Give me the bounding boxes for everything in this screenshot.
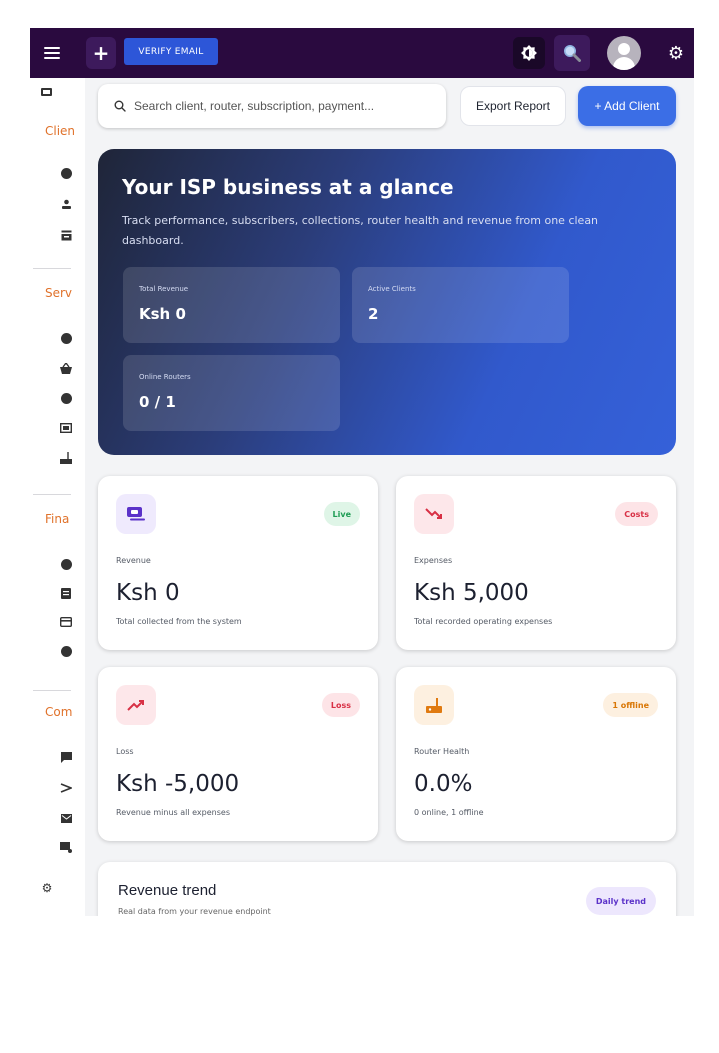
card-label: Loss bbox=[116, 747, 134, 756]
user-icon[interactable] bbox=[60, 198, 72, 210]
card-description: Total collected from the system bbox=[116, 617, 242, 626]
settings-button[interactable]: ⚙ bbox=[662, 39, 690, 67]
global-search-button[interactable] bbox=[554, 35, 590, 71]
stat-active-clients: Active Clients 2 bbox=[352, 267, 569, 343]
add-service-icon[interactable] bbox=[60, 332, 72, 344]
overview-hero: Your ISP business at a glance Track perf… bbox=[98, 149, 676, 455]
card-value: 0.0% bbox=[414, 771, 473, 797]
router-health-card[interactable]: 1 offline Router Health 0.0% 0 online, 1… bbox=[396, 667, 676, 841]
stat-total-revenue: Total Revenue Ksh 0 bbox=[123, 267, 340, 343]
card-description: 0 online, 1 offline bbox=[414, 808, 484, 817]
search-icon bbox=[564, 45, 581, 62]
trend-up-icon bbox=[116, 685, 156, 725]
trend-down-icon bbox=[414, 494, 454, 534]
menu-button[interactable] bbox=[38, 39, 66, 67]
credit-card-icon[interactable] bbox=[60, 616, 72, 628]
gear-icon: ⚙ bbox=[667, 42, 685, 64]
sidebar: Clien Serv Fina Com ⚙ bbox=[30, 78, 85, 916]
search-icon bbox=[114, 100, 126, 112]
card-description: Total recorded operating expenses bbox=[414, 617, 553, 626]
card-value: Ksh -5,000 bbox=[116, 771, 240, 797]
add-client-button[interactable]: + Add Client bbox=[578, 86, 676, 126]
wallet-icon bbox=[116, 494, 156, 534]
card-description: Revenue minus all expenses bbox=[116, 808, 230, 817]
card-value: Ksh 0 bbox=[116, 580, 180, 606]
stat-online-routers: Online Routers 0 / 1 bbox=[123, 355, 340, 431]
send-icon[interactable] bbox=[60, 782, 72, 794]
search-bar bbox=[98, 84, 446, 128]
user-avatar-button[interactable] bbox=[604, 34, 644, 72]
top-bar: + VERIFY EMAIL ⚙ bbox=[30, 28, 694, 78]
stat-value: 0 / 1 bbox=[139, 393, 176, 411]
stat-label: Active Clients bbox=[368, 285, 416, 293]
card-value: Ksh 5,000 bbox=[414, 580, 529, 606]
hero-subtitle: Track performance, subscribers, collecti… bbox=[122, 214, 599, 247]
export-report-button[interactable]: Export Report bbox=[460, 86, 566, 126]
avatar-icon bbox=[607, 36, 641, 70]
revenue-trend-panel: Revenue trend Real data from your revenu… bbox=[98, 862, 676, 916]
chat-icon[interactable] bbox=[60, 751, 72, 763]
hamburger-icon bbox=[44, 47, 60, 59]
basket-icon[interactable] bbox=[60, 362, 72, 374]
mail-icon[interactable] bbox=[60, 812, 72, 824]
revenue-card[interactable]: Live Revenue Ksh 0 Total collected from … bbox=[98, 476, 378, 650]
panel-title: Revenue trend bbox=[118, 882, 217, 899]
brightness-icon bbox=[521, 45, 537, 61]
sidebar-divider bbox=[33, 268, 71, 269]
mail-settings-icon[interactable] bbox=[60, 841, 72, 853]
list-icon[interactable] bbox=[60, 587, 72, 599]
inbox-icon[interactable] bbox=[60, 229, 72, 241]
alert-icon[interactable] bbox=[60, 645, 72, 657]
panel-subtitle: Real data from your revenue endpoint bbox=[118, 907, 271, 916]
stat-value: 2 bbox=[368, 305, 379, 323]
stat-label: Total Revenue bbox=[139, 285, 189, 293]
card-label: Router Health bbox=[414, 747, 470, 756]
verify-email-button[interactable]: VERIFY EMAIL bbox=[124, 38, 218, 65]
router-icon bbox=[414, 685, 454, 725]
sidebar-section-services[interactable]: Serv bbox=[45, 286, 81, 300]
stat-value: Ksh 0 bbox=[139, 305, 186, 323]
laptop-icon[interactable] bbox=[40, 86, 52, 98]
app-frame: + VERIFY EMAIL ⚙ Clien Serv Fina Com ⚙ S… bbox=[30, 28, 694, 916]
quick-add-button[interactable]: + bbox=[86, 37, 116, 69]
status-badge: Live bbox=[323, 502, 360, 526]
add-package-icon[interactable] bbox=[60, 392, 72, 404]
sidebar-section-communication[interactable]: Com bbox=[45, 705, 81, 719]
theme-toggle-button[interactable] bbox=[513, 37, 545, 69]
plus-icon: + bbox=[92, 41, 110, 65]
sidebar-section-finance[interactable]: Fina bbox=[45, 512, 81, 526]
sidebar-divider bbox=[33, 494, 71, 495]
trend-period-badge[interactable]: Daily trend bbox=[585, 887, 656, 915]
status-badge: Loss bbox=[321, 693, 360, 717]
card-label: Expenses bbox=[414, 556, 453, 565]
sidebar-divider bbox=[33, 690, 71, 691]
add-payment-icon[interactable] bbox=[60, 558, 72, 570]
search-input[interactable] bbox=[134, 99, 424, 113]
card-label: Revenue bbox=[116, 556, 151, 565]
expenses-card[interactable]: Costs Expenses Ksh 5,000 Total recorded … bbox=[396, 476, 676, 650]
status-badge: Costs bbox=[615, 502, 658, 526]
loss-card[interactable]: Loss Loss Ksh -5,000 Revenue minus all e… bbox=[98, 667, 378, 841]
add-client-icon[interactable] bbox=[60, 167, 72, 179]
router-icon[interactable] bbox=[60, 452, 72, 464]
stat-label: Online Routers bbox=[139, 373, 191, 381]
sidebar-section-clients[interactable]: Clien bbox=[45, 124, 81, 138]
hero-title: Your ISP business at a glance bbox=[122, 175, 454, 199]
cash-icon[interactable] bbox=[60, 422, 72, 434]
settings-icon[interactable]: ⚙ bbox=[41, 882, 53, 894]
status-badge: 1 offline bbox=[603, 693, 658, 717]
